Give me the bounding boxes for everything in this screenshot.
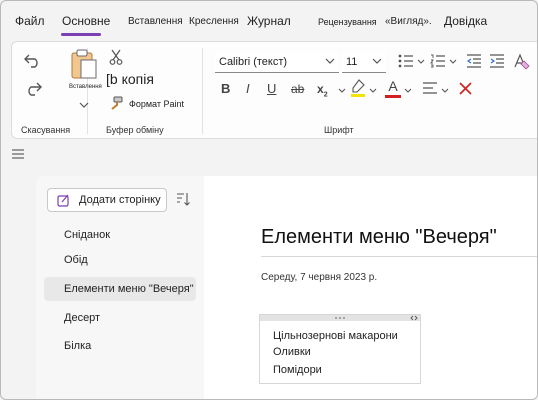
tab-insert[interactable]: Вставлення xyxy=(128,16,183,27)
redo-icon[interactable] xyxy=(24,80,42,96)
ribbon: Скасування Вставлення [b копія Формат Pa… xyxy=(11,41,537,139)
bullets-icon[interactable] xyxy=(398,54,414,68)
page-item-label: Елементи меню "Вечеря" xyxy=(64,283,194,295)
paste-icon[interactable] xyxy=(69,48,99,80)
chevron-down-icon xyxy=(325,58,335,64)
page-item[interactable]: Сніданок xyxy=(44,223,196,247)
font-color-swatch xyxy=(385,95,401,98)
font-size-select[interactable]: 11 xyxy=(342,53,386,73)
undo-group-label: Скасування xyxy=(21,125,71,135)
page-item[interactable]: Десерт xyxy=(44,306,196,330)
subscript-letter: x xyxy=(317,82,324,96)
undo-icon[interactable] xyxy=(24,52,42,68)
menu-tabs: Файл Основне Вставлення Креслення Журнал… xyxy=(1,1,537,37)
tab-help[interactable]: Довідка xyxy=(444,14,487,28)
format-paint-icon[interactable] xyxy=(109,96,123,110)
italic-button[interactable]: I xyxy=(246,81,250,96)
font-group-label: Шрифт xyxy=(324,125,354,135)
note-line[interactable]: Помідори xyxy=(273,364,322,376)
page-canvas[interactable]: Елементи меню "Вечеря" Середу, 7 червня … xyxy=(204,176,537,399)
highlighter-chevron-down-icon[interactable] xyxy=(369,88,377,93)
tab-view[interactable]: «Вигляд». xyxy=(385,16,432,27)
chevron-down-icon xyxy=(372,58,382,64)
hamburger-menu-icon[interactable] xyxy=(12,149,24,159)
page-item-label: Сніданок xyxy=(64,229,111,241)
subscript-button[interactable]: x2 xyxy=(317,82,328,98)
add-page-button[interactable]: Додати сторінку xyxy=(47,188,167,212)
font-size-value: 11 xyxy=(346,56,358,68)
page-date: Середу, 7 червня 2023 р. xyxy=(261,272,378,283)
clipboard-group-label: Буфер обміну xyxy=(106,125,164,135)
page-item-selected[interactable]: Елементи меню "Вечеря" xyxy=(44,277,196,301)
align-icon[interactable] xyxy=(422,82,438,94)
subscript-mark: 2 xyxy=(323,91,328,99)
copy-button[interactable]: [b копія xyxy=(106,71,154,87)
clear-formatting-icon[interactable] xyxy=(512,52,530,70)
numbering-icon[interactable] xyxy=(430,54,446,68)
font-color-button[interactable]: A xyxy=(385,78,401,94)
page-item-label: Обід xyxy=(64,254,88,266)
bold-button[interactable]: B xyxy=(221,81,230,96)
drag-dots-icon xyxy=(335,317,345,319)
note-container[interactable]: Цільнозернові макарони Оливки Помідори xyxy=(259,314,421,384)
page-item[interactable]: Білка xyxy=(44,334,196,358)
tab-file[interactable]: Файл xyxy=(15,14,45,28)
add-page-icon xyxy=(57,194,69,207)
app-window: Файл Основне Вставлення Креслення Журнал… xyxy=(0,0,538,400)
decrease-indent-icon[interactable] xyxy=(466,54,482,68)
cut-icon[interactable] xyxy=(109,49,123,65)
add-page-label: Додати сторінку xyxy=(79,194,161,206)
title-divider xyxy=(261,256,537,257)
note-drag-handle[interactable] xyxy=(260,315,420,321)
paste-chevron-down-icon[interactable] xyxy=(79,102,89,108)
active-tab-indicator xyxy=(61,33,101,36)
page-item[interactable]: Обід xyxy=(44,248,196,272)
tab-home[interactable]: Основне xyxy=(62,14,110,28)
font-family-select[interactable]: Calibri (текст) xyxy=(215,53,339,73)
tab-history[interactable]: Журнал xyxy=(247,14,291,28)
bullets-chevron-down-icon[interactable] xyxy=(417,59,425,64)
paste-label[interactable]: Вставлення xyxy=(69,84,102,90)
font-family-value: Calibri (текст) xyxy=(219,56,288,68)
tab-review[interactable]: Рецензування xyxy=(318,17,377,27)
ribbon-separator xyxy=(202,48,203,134)
resize-arrows-icon[interactable] xyxy=(410,315,418,321)
page-list-pane: Додати сторінку Сніданок Обід Елементи м… xyxy=(36,176,204,399)
numbering-chevron-down-icon[interactable] xyxy=(449,59,457,64)
delete-icon[interactable] xyxy=(459,82,472,95)
font-color-chevron-down-icon[interactable] xyxy=(404,88,412,93)
note-line[interactable]: Оливки xyxy=(273,346,311,358)
sort-icon[interactable] xyxy=(176,192,190,206)
strikethrough-button[interactable]: ab xyxy=(291,82,304,96)
page-item-label: Білка xyxy=(64,340,92,352)
align-chevron-down-icon[interactable] xyxy=(441,88,449,93)
page-title[interactable]: Елементи меню "Вечеря" xyxy=(261,226,497,249)
tab-draw[interactable]: Креслення xyxy=(189,16,239,27)
underline-button[interactable]: U xyxy=(267,81,276,96)
page-item-label: Десерт xyxy=(64,312,101,324)
note-line[interactable]: Цільнозернові макарони xyxy=(273,330,398,342)
format-paint-button[interactable]: Формат Paint xyxy=(129,99,184,109)
subscript-chevron-down-icon[interactable] xyxy=(338,88,346,93)
highlighter-icon[interactable] xyxy=(350,79,366,97)
increase-indent-icon[interactable] xyxy=(489,54,505,68)
